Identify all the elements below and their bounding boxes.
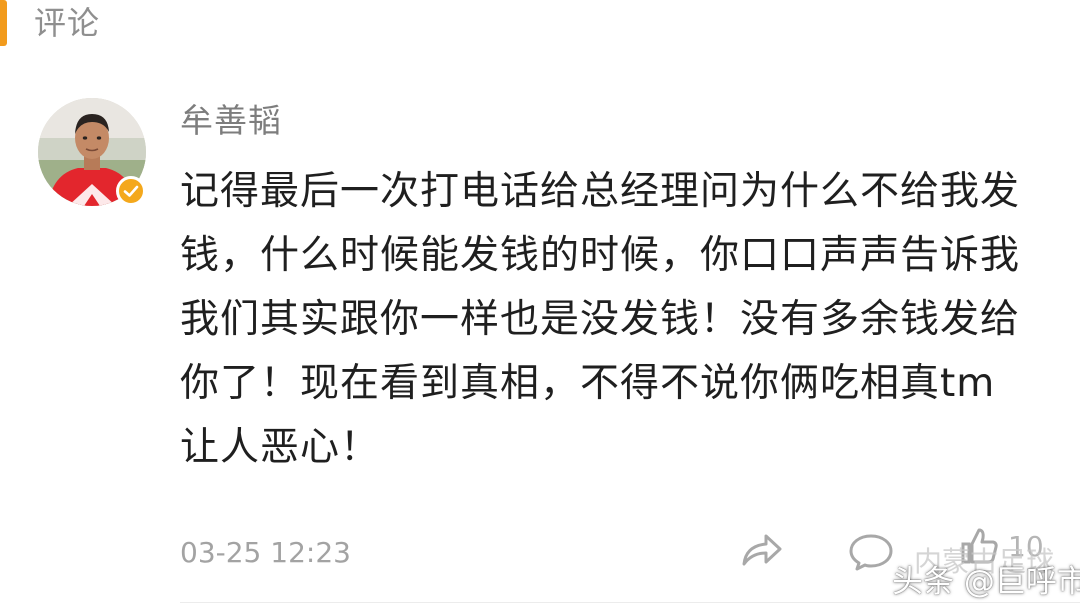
comments-header: 评论 — [0, 0, 1080, 48]
verified-check-icon — [123, 185, 139, 197]
comment-text: 记得最后一次打电话给总经理问为什么不给我发钱，什么时候能发钱的时候，你口口声声告… — [180, 169, 1021, 470]
divider — [180, 602, 1080, 603]
section-title: 评论 — [34, 4, 101, 42]
share-button[interactable] — [740, 530, 784, 570]
comment-timestamp: 03-25 12:23 — [180, 536, 351, 569]
username[interactable]: 牟善韬 — [180, 94, 282, 142]
comment-bubble-icon — [849, 534, 893, 571]
comment-button[interactable] — [848, 532, 894, 572]
verified-badge — [116, 176, 146, 206]
header-accent-bar — [0, 0, 7, 46]
share-arrow-icon — [742, 534, 782, 566]
watermark-text: 头条 @巨呼市 — [892, 564, 1080, 600]
